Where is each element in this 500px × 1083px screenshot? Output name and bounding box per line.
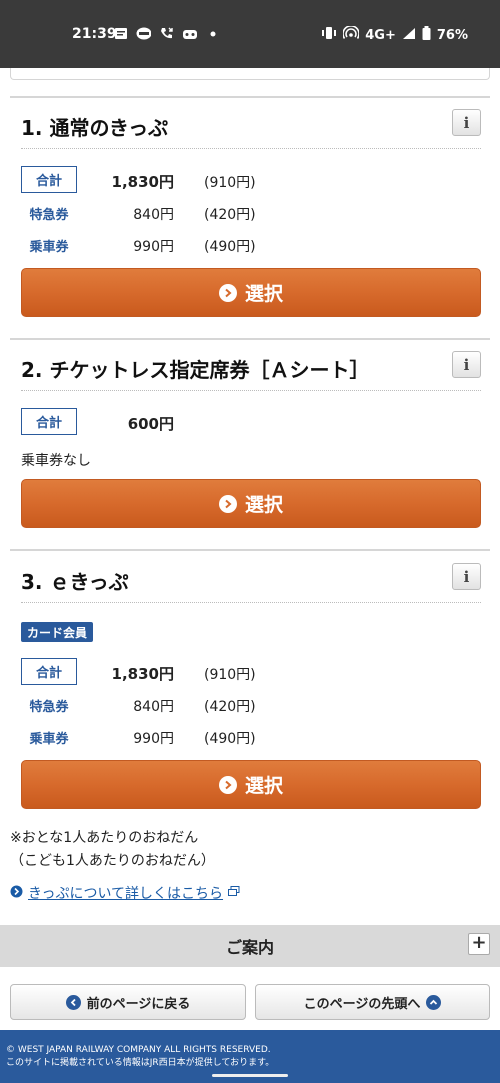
- expand-plus-icon[interactable]: +: [468, 933, 490, 955]
- dotted-divider: [21, 148, 481, 149]
- select-button-label: 選択: [244, 283, 283, 305]
- chevron-left-icon: [65, 994, 81, 1010]
- ticket-details-link[interactable]: きっぷについて詳しくはこちら: [10, 883, 240, 903]
- section-title-e-ticket: 3. ｅきっぷ: [21, 570, 129, 594]
- vibrate-icon: [321, 26, 337, 44]
- copyright-text: © WEST JAPAN RAILWAY COMPANY ALL RIGHTS …: [6, 1045, 271, 1055]
- total-amount: 1,830円: [111, 173, 174, 191]
- chevron-circle-icon: [10, 885, 23, 902]
- hotspot-icon: [342, 25, 361, 44]
- info-button-e-ticket[interactable]: i: [452, 563, 481, 590]
- page-top-button[interactable]: このページの先頭へ: [255, 984, 490, 1020]
- status-bar: 21:39 4G+ 76%: [0, 0, 500, 68]
- total-label: 合計: [21, 408, 77, 435]
- more-dot-icon: [205, 26, 220, 41]
- previous-panel-edge: [10, 68, 490, 80]
- info-button-regular-ticket[interactable]: i: [452, 109, 481, 136]
- total-label: 合計: [21, 166, 77, 193]
- back-button[interactable]: 前のページに戻る: [10, 984, 246, 1020]
- page-top-button-label: このページの先頭へ: [303, 996, 421, 1012]
- notification-icons: [113, 26, 220, 41]
- card-member-badge: カード会員: [21, 622, 94, 642]
- section-divider: [10, 549, 490, 551]
- section-divider: [10, 338, 490, 340]
- total-amount: 1,830円: [111, 665, 174, 683]
- select-button-ticketless-reserved[interactable]: 選択: [21, 479, 481, 528]
- total-label: 合計: [21, 658, 77, 685]
- base-fare-amount: 990円: [133, 731, 174, 747]
- status-right: 4G+ 76%: [321, 25, 468, 44]
- base-fare-label: 乗車券: [29, 240, 69, 255]
- limited-express-child-amount: (420円): [204, 207, 256, 223]
- battery-icon: [422, 26, 431, 44]
- chevron-right-icon: [218, 283, 237, 302]
- gesture-bar: [0, 1068, 500, 1083]
- adult-price-note: ※おとな1人あたりのおねだん: [10, 830, 199, 846]
- info-button-ticketless-reserved[interactable]: i: [452, 351, 481, 378]
- signal-icon: [402, 27, 416, 44]
- line-app-icon: [136, 26, 151, 41]
- limited-express-amount: 840円: [133, 699, 174, 715]
- select-button-label: 選択: [244, 775, 283, 797]
- select-button-regular-ticket[interactable]: 選択: [21, 268, 481, 317]
- dotted-divider: [21, 602, 481, 603]
- network-type: 4G+: [365, 27, 396, 43]
- back-button-label: 前のページに戻る: [86, 996, 191, 1012]
- home-indicator[interactable]: [212, 1074, 288, 1077]
- base-fare-child-amount: (490円): [204, 239, 256, 255]
- limited-express-amount: 840円: [133, 207, 174, 223]
- select-button-label: 選択: [244, 494, 283, 516]
- game-app-icon: [182, 26, 197, 41]
- chevron-right-icon: [218, 775, 237, 794]
- chevron-up-icon: [426, 994, 442, 1010]
- guide-title: ご案内: [225, 938, 274, 957]
- no-base-fare-note: 乗車券なし: [21, 453, 91, 469]
- ticket-details-link-text[interactable]: きっぷについて詳しくはこちら: [28, 883, 223, 903]
- limited-express-child-amount: (420円): [204, 699, 256, 715]
- section-divider: [10, 96, 490, 98]
- battery-percent: 76%: [436, 27, 468, 43]
- total-child-amount: (910円): [204, 175, 256, 191]
- select-button-e-ticket[interactable]: 選択: [21, 760, 481, 809]
- total-amount: 600円: [127, 415, 174, 433]
- section-title-ticketless-reserved: 2. チケットレス指定席券［Ａシート］: [21, 358, 370, 382]
- guide-accordion[interactable]: ご案内 +: [0, 925, 500, 967]
- status-time: 21:39: [72, 26, 117, 42]
- total-child-amount: (910円): [204, 667, 256, 683]
- missed-call-icon: [159, 26, 174, 41]
- section-title-regular-ticket: 1. 通常のきっぷ: [21, 116, 169, 140]
- external-window-icon: [228, 885, 240, 901]
- limited-express-label: 特急券: [29, 208, 69, 223]
- base-fare-label: 乗車券: [29, 732, 69, 747]
- limited-express-label: 特急券: [29, 700, 69, 715]
- base-fare-child-amount: (490円): [204, 731, 256, 747]
- message-icon: [113, 26, 128, 41]
- chevron-right-icon: [218, 494, 237, 513]
- child-price-note: （こども1人あたりのおねだん）: [10, 853, 215, 869]
- base-fare-amount: 990円: [133, 239, 174, 255]
- dotted-divider: [21, 390, 481, 391]
